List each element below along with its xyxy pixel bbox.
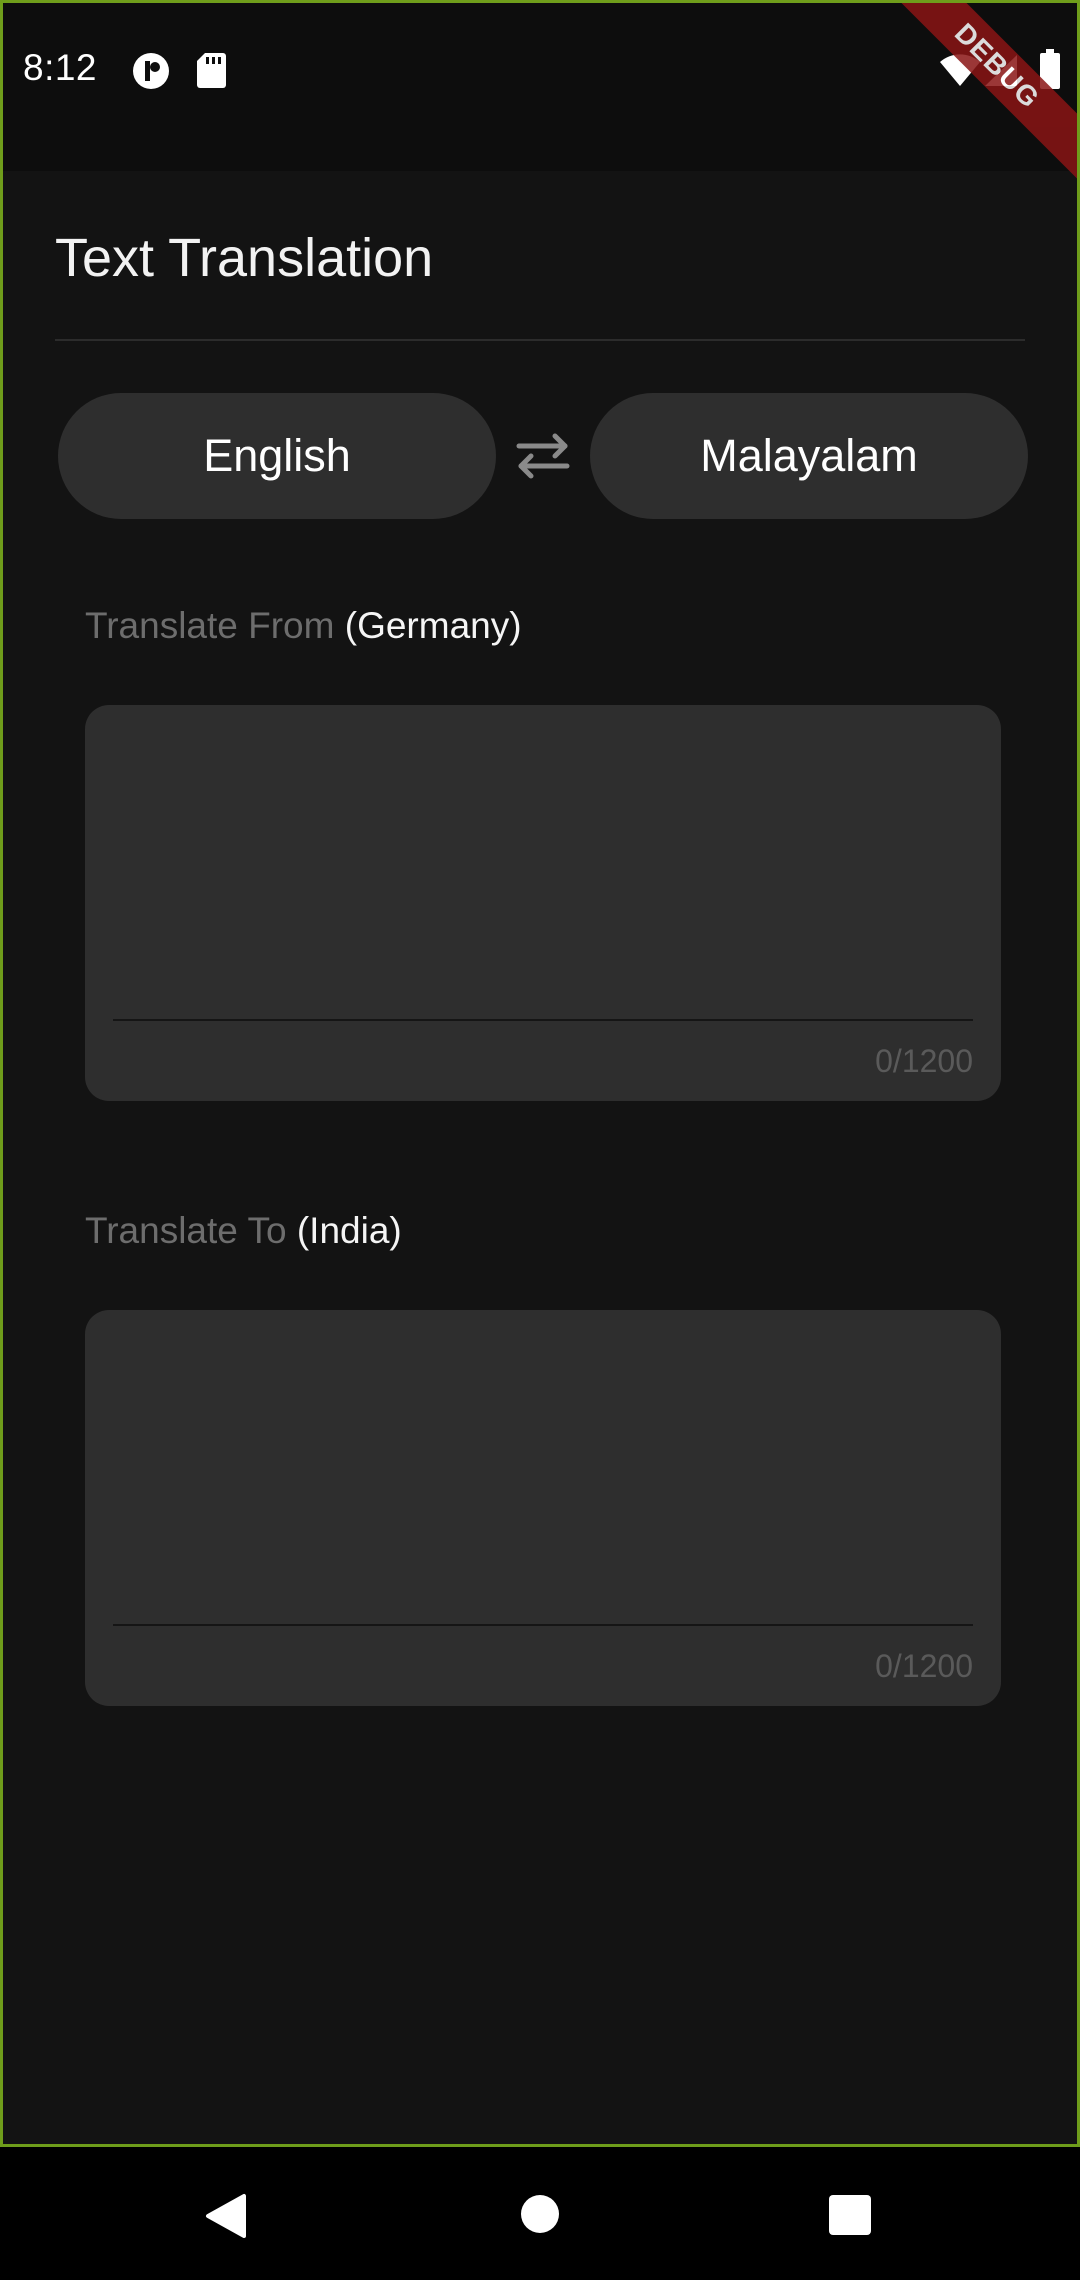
app-frame: 8:12 DEBUG Text Translation English Mala… [0, 0, 1080, 2147]
status-bar: 8:12 DEBUG [3, 3, 1077, 189]
source-label-prefix: Translate From [85, 605, 335, 646]
target-field-underline [113, 1624, 973, 1626]
target-char-counter: 0/1200 [875, 1648, 973, 1684]
debug-banner: DEBUG [874, 3, 1077, 189]
target-label-region: (India) [296, 1210, 402, 1251]
source-section-label: Translate From (Germany) [85, 605, 522, 647]
target-language-label: Malayalam [700, 430, 918, 481]
swap-arrows-icon[interactable] [513, 431, 573, 481]
recents-icon[interactable] [828, 2194, 872, 2241]
target-label-prefix: Translate To [85, 1210, 287, 1251]
target-section-label: Translate To (India) [85, 1210, 402, 1252]
target-text-field[interactable]: 0/1200 [85, 1310, 1001, 1706]
home-icon[interactable] [520, 2194, 560, 2239]
page-title: Text Translation [55, 228, 434, 288]
back-icon[interactable] [204, 2192, 248, 2245]
source-field-underline [113, 1019, 973, 1021]
source-text-field[interactable]: 0/1200 [85, 705, 1001, 1101]
source-language-button[interactable]: English [58, 393, 496, 519]
status-time: 8:12 [23, 47, 98, 88]
source-char-counter: 0/1200 [875, 1043, 973, 1079]
header-divider [55, 339, 1025, 341]
target-language-button[interactable]: Malayalam [590, 393, 1028, 519]
sd-card-icon [195, 51, 227, 94]
source-label-region: (Germany) [344, 605, 522, 646]
app-notification-icon [131, 51, 171, 96]
source-language-label: English [203, 430, 351, 481]
